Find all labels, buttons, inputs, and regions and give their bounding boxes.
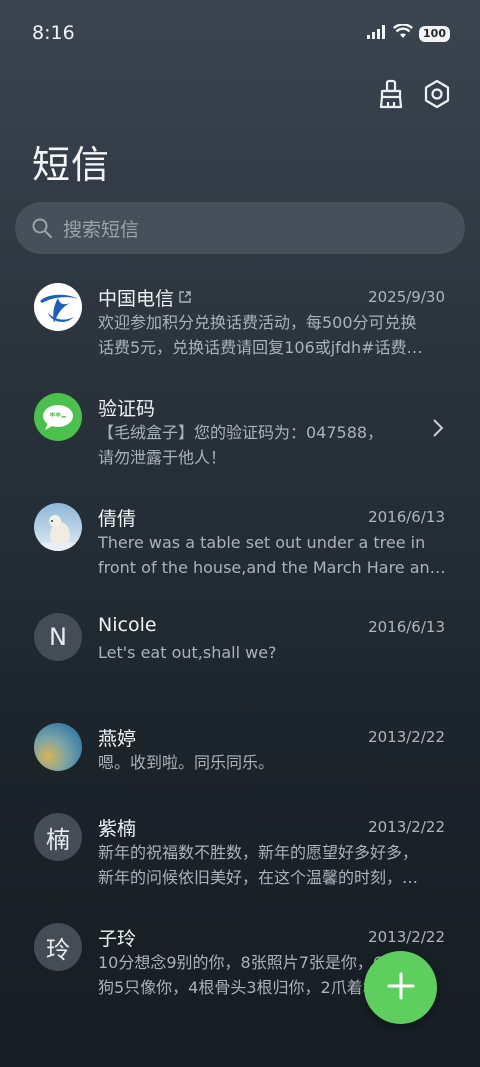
message-date: 2013/2/22 — [368, 818, 445, 836]
battery-indicator: 100 — [419, 25, 450, 42]
conversation-item[interactable]: 燕婷 2013/2/22 嗯。收到啦。同乐同乐。 — [0, 710, 480, 800]
external-link-icon — [178, 287, 192, 309]
letter-avatar: 楠 — [34, 813, 82, 861]
plus-icon — [386, 971, 416, 1005]
preview-line: 【毛绒盒子】您的验证码为：047588， — [98, 423, 384, 442]
chevron-right-icon[interactable] — [432, 418, 444, 442]
message-list: 中国电信 2025/9/30 欢迎参加积分兑换话费活动，每500分可兑换 话费5… — [0, 270, 480, 1020]
broom-icon[interactable] — [376, 78, 406, 110]
clock: 8:16 — [32, 22, 75, 44]
page-title: 短信 — [32, 143, 111, 187]
china-telecom-avatar — [34, 283, 82, 331]
preview-line: front of the house,and the March Hare an… — [98, 558, 446, 577]
conversation-item[interactable]: **– 验证码 【毛绒盒子】您的验证码为：047588， 请勿泄露于他人！ — [0, 380, 480, 490]
message-preview: 【毛绒盒子】您的验证码为：047588， 请勿泄露于他人！ — [98, 420, 446, 470]
message-date: 2013/2/22 — [368, 728, 445, 746]
preview-line: Let's eat out,shall we? — [98, 643, 277, 662]
contact-name: 验证码 — [98, 398, 156, 420]
message-date: 2013/2/22 — [368, 928, 445, 946]
contact-name: 中国电信 — [98, 284, 192, 311]
message-date: 2025/9/30 — [368, 288, 445, 306]
message-date: 2016/6/13 — [368, 508, 445, 526]
conversation-item[interactable]: 中国电信 2025/9/30 欢迎参加积分兑换话费活动，每500分可兑换 话费5… — [0, 270, 480, 380]
conversation-item[interactable]: 倩倩 2016/6/13 There was a table set out u… — [0, 490, 480, 600]
contact-name-text: 中国电信 — [98, 288, 175, 310]
contact-name: 燕婷 — [98, 728, 137, 750]
settings-icon[interactable] — [422, 78, 452, 110]
wifi-icon — [392, 23, 414, 43]
preview-line: 新年的祝福数不胜数，新年的愿望好多好多， — [98, 843, 419, 862]
contact-name: 紫楠 — [98, 818, 137, 840]
header-actions — [376, 78, 452, 110]
conversation-item[interactable]: N Nicole 2016/6/13 Let's eat out,shall w… — [0, 600, 480, 710]
message-preview: 嗯。收到啦。同乐同乐。 — [98, 750, 446, 775]
landscape-avatar — [34, 723, 82, 771]
search-bar[interactable]: 搜索短信 — [15, 202, 465, 254]
message-preview: There was a table set out under a tree i… — [98, 530, 446, 580]
status-icons: 100 — [367, 23, 450, 43]
preview-line: 嗯。收到啦。同乐同乐。 — [98, 753, 275, 772]
letter-avatar: 玲 — [34, 923, 82, 971]
preview-line: There was a table set out under a tree i… — [98, 533, 426, 552]
message-preview: 新年的祝福数不胜数，新年的愿望好多好多， 新年的问候依旧美好，在这个温馨的时刻，… — [98, 840, 446, 890]
preview-line: 请勿泄露于他人！ — [98, 448, 227, 467]
contact-name: 倩倩 — [98, 508, 137, 530]
verification-chat-avatar: **– — [34, 393, 82, 441]
message-date: 2016/6/13 — [368, 618, 445, 636]
contact-name: 子玲 — [98, 928, 137, 950]
search-icon — [31, 217, 53, 239]
message-preview: Let's eat out,shall we? — [98, 640, 446, 665]
preview-line: 欢迎参加积分兑换话费活动，每500分可兑换 — [98, 313, 417, 332]
conversation-item[interactable]: 楠 紫楠 2013/2/22 新年的祝福数不胜数，新年的愿望好多好多， 新年的问… — [0, 800, 480, 910]
preview-line: 话费5元，兑换话费请回复106或jfdh#话费… — [98, 338, 423, 357]
polar-bear-avatar — [34, 503, 82, 551]
status-bar: 8:16 100 — [0, 0, 480, 66]
contact-name: Nicole — [98, 614, 157, 636]
signal-icon — [367, 24, 387, 43]
new-message-button[interactable] — [364, 951, 437, 1024]
search-placeholder: 搜索短信 — [63, 218, 140, 241]
svg-text:**–: **– — [49, 410, 66, 423]
preview-line: 新年的问候依旧美好，在这个温馨的时刻，… — [98, 868, 419, 887]
message-preview: 欢迎参加积分兑换话费活动，每500分可兑换 话费5元，兑换话费请回复106或jf… — [98, 310, 446, 360]
letter-avatar: N — [34, 613, 82, 661]
